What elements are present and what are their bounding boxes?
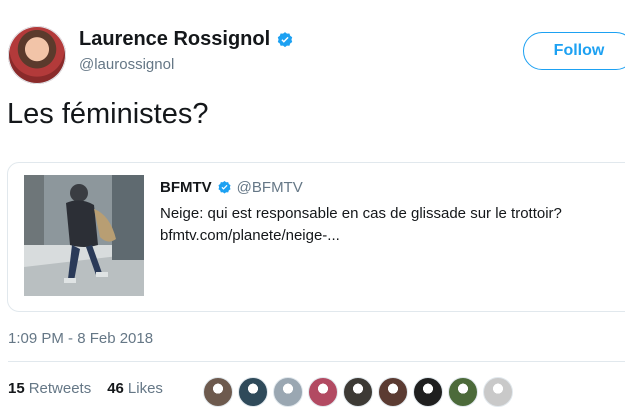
quoted-tweet-text: Neige: qui est responsable en cas de gli… bbox=[160, 205, 562, 222]
quoted-author-name[interactable]: BFMTV bbox=[160, 179, 212, 196]
liker-avatars bbox=[203, 377, 513, 407]
engagement-stats: 15 Retweets 46 Likes bbox=[8, 380, 173, 397]
author-avatar[interactable] bbox=[8, 26, 66, 84]
quoted-tweet-body: Neige: qui est responsable en cas de gli… bbox=[160, 203, 625, 247]
quoted-tweet-thumbnail bbox=[24, 175, 144, 296]
liker-avatar[interactable] bbox=[273, 377, 303, 407]
liker-avatar[interactable] bbox=[378, 377, 408, 407]
quoted-tweet-header: BFMTV @BFMTV bbox=[160, 179, 303, 196]
retweets-stat[interactable]: 15 Retweets bbox=[8, 380, 91, 397]
tweet-text: Les féministes? bbox=[7, 98, 209, 130]
likes-count: 46 bbox=[107, 380, 124, 397]
quoted-tweet-card[interactable]: BFMTV @BFMTV Neige: qui est responsable … bbox=[7, 162, 625, 312]
author-display-name[interactable]: Laurence Rossignol bbox=[79, 28, 270, 51]
retweets-count: 15 bbox=[8, 380, 25, 397]
liker-avatar[interactable] bbox=[448, 377, 478, 407]
liker-avatar[interactable] bbox=[343, 377, 373, 407]
quoted-author-handle[interactable]: @BFMTV bbox=[237, 179, 303, 196]
verified-badge-icon bbox=[276, 31, 294, 49]
liker-avatar[interactable] bbox=[308, 377, 338, 407]
tweet-header: Laurence Rossignol @laurossignol Follow bbox=[7, 22, 625, 84]
author-name-row: Laurence Rossignol bbox=[79, 28, 294, 51]
author-handle[interactable]: @laurossignol bbox=[79, 56, 174, 73]
liker-avatar[interactable] bbox=[483, 377, 513, 407]
likes-stat[interactable]: 46 Likes bbox=[107, 380, 163, 397]
likes-label: Likes bbox=[127, 380, 163, 397]
retweets-label: Retweets bbox=[28, 380, 92, 397]
quoted-verified-badge-icon bbox=[217, 180, 232, 195]
tweet-timestamp[interactable]: 1:09 PM - 8 Feb 2018 bbox=[8, 330, 153, 347]
liker-avatar[interactable] bbox=[203, 377, 233, 407]
quoted-tweet-link[interactable]: bfmtv.com/planete/neige-... bbox=[160, 225, 625, 247]
liker-avatar[interactable] bbox=[413, 377, 443, 407]
liker-avatar[interactable] bbox=[238, 377, 268, 407]
follow-button[interactable]: Follow bbox=[523, 32, 625, 70]
divider bbox=[8, 361, 625, 362]
